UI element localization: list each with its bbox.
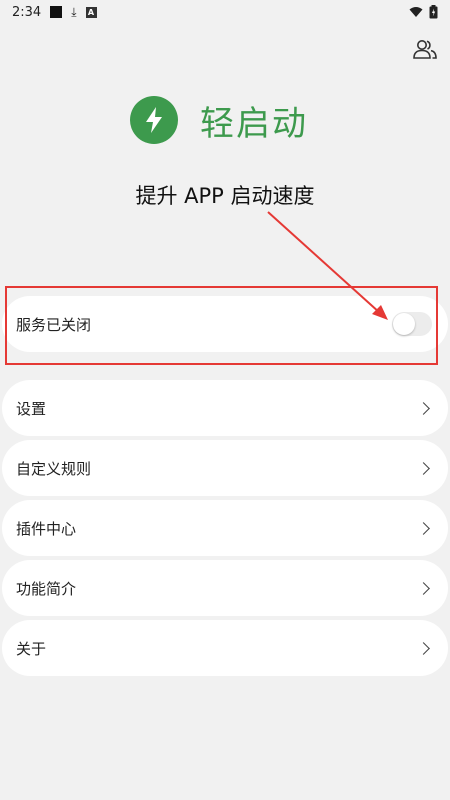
menu-item-plugin-center[interactable]: 插件中心	[2, 500, 448, 556]
menu-item-features[interactable]: 功能简介	[2, 560, 448, 616]
chevron-right-icon	[417, 581, 430, 595]
chevron-right-icon	[417, 401, 430, 415]
status-bar: 2:34 ⤓ A	[0, 0, 450, 24]
users-icon	[413, 40, 437, 59]
app-name: 轻启动	[200, 103, 308, 144]
menu-item-custom-rules[interactable]: 自定义规则	[2, 440, 448, 496]
battery-icon	[429, 5, 438, 19]
status-right	[409, 5, 438, 19]
chevron-right-icon	[417, 521, 430, 535]
app-screen: 2:34 ⤓ A 轻启动 提升 APP 启动速度 服务已关闭 设置 自定义规则 …	[0, 0, 450, 800]
a-icon: A	[85, 6, 97, 18]
menu-item-label: 自定义规则	[16, 459, 92, 478]
users-button[interactable]	[412, 36, 438, 62]
notification-square-icon	[50, 6, 63, 18]
service-toggle-row[interactable]: 服务已关闭	[2, 296, 448, 352]
service-toggle-switch[interactable]	[392, 312, 432, 336]
lightning-bolt-icon	[130, 96, 178, 144]
chevron-right-icon	[417, 461, 430, 475]
slogan: 提升 APP 启动速度	[135, 184, 315, 208]
menu-item-label: 插件中心	[16, 519, 77, 538]
menu-item-label: 关于	[16, 639, 47, 658]
menu-item-label: 设置	[16, 399, 47, 418]
menu-item-settings[interactable]: 设置	[2, 380, 448, 436]
status-time: 2:34	[12, 4, 42, 20]
menu-item-about[interactable]: 关于	[2, 620, 448, 676]
toggle-knob	[393, 313, 415, 335]
wifi-icon	[409, 7, 423, 17]
menu-item-label: 功能简介	[16, 579, 77, 598]
download-icon: ⤓	[71, 5, 77, 19]
chevron-right-icon	[417, 641, 430, 655]
status-left: 2:34 ⤓ A	[12, 5, 97, 20]
service-status-label: 服务已关闭	[16, 315, 92, 334]
brand-header: 轻启动	[130, 96, 308, 144]
